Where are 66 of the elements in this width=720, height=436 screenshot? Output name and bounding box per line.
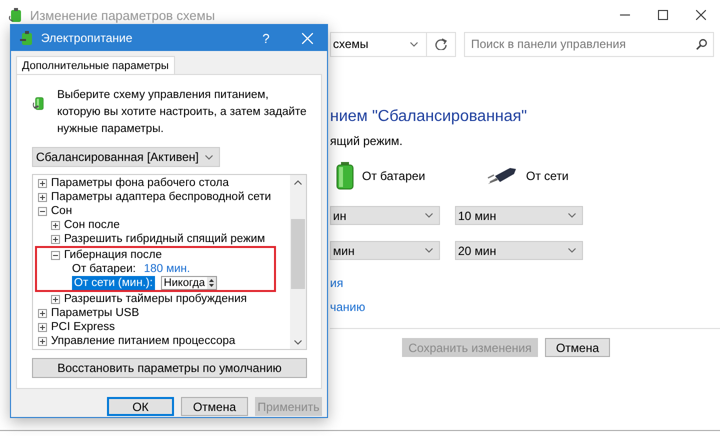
tree-item[interactable]: Параметры USB [51,306,140,320]
expand-icon[interactable] [51,294,60,304]
tree-item[interactable]: PCI Express [51,320,115,334]
setting-label[interactable]: От батареи: [72,262,136,276]
column-header: От сети [526,169,569,183]
tree-item[interactable]: Управление питанием процессора [51,334,236,348]
dialog-title: Электропитание [41,31,134,45]
expand-icon[interactable] [38,336,47,346]
time-dropdown[interactable]: 20 мин [455,241,583,260]
close-icon[interactable] [696,10,706,20]
tree-item[interactable]: Разрешить таймеры пробуждения [64,292,247,306]
restore-defaults-button[interactable]: Восстановить параметры по умолчанию [32,358,307,378]
tree-item[interactable]: Параметры адаптера беспроводной сети [51,190,272,204]
scroll-up-icon[interactable] [294,180,302,185]
time-dropdown[interactable]: мин [330,241,440,260]
tab[interactable]: Дополнительные параметры [16,56,175,75]
expand-icon[interactable] [38,308,47,318]
app-icon [8,7,24,23]
help-button[interactable]: ? [246,30,286,46]
setting-value[interactable]: 180 мин. [144,262,190,276]
search-icon [696,38,707,50]
tree-item[interactable]: Параметры фона рабочего стола [51,176,229,190]
chevron-down-icon [568,248,576,253]
chevron-down-icon [410,42,418,46]
tree-item[interactable]: Гибернация после [64,248,162,262]
tree-item[interactable]: Разрешить гибридный спящий режим [64,232,266,246]
settings-link[interactable]: чанию [330,300,720,314]
scrollbar[interactable] [290,175,306,349]
spin-arrows-icon [207,277,216,289]
collapse-icon[interactable] [38,206,47,216]
time-dropdown[interactable]: 10 мин [455,206,583,225]
chevron-down-icon [568,213,576,218]
scroll-down-icon[interactable] [294,340,302,345]
tree-item[interactable]: Сон [51,204,72,218]
plan-heading: нием "Сбалансированная" [330,108,528,126]
minutes-spinner[interactable]: Никогда [160,276,217,290]
battery-icon [336,162,354,190]
expand-icon[interactable] [38,322,47,332]
expand-icon[interactable] [51,220,60,230]
ok-button[interactable]: ОК [107,397,174,416]
plug-icon [486,166,518,186]
app-icon [19,30,35,46]
expand-icon[interactable] [38,178,47,188]
expand-icon[interactable] [38,192,47,202]
cancel-button[interactable]: Отмена [545,338,610,357]
chevron-down-icon [425,213,433,218]
address-dropdown[interactable]: схемы [330,32,427,56]
time-dropdown[interactable]: ин [330,206,440,225]
setting-label[interactable]: От сети (мин.): [72,276,155,290]
collapse-icon[interactable] [51,250,60,260]
column-header: От батареи [362,169,426,183]
cancel-button[interactable]: Отмена [181,397,248,416]
refresh-button[interactable] [427,32,456,56]
search-field[interactable]: Поиск в панели управления [464,32,714,56]
tree-item[interactable]: Сон после [64,218,120,232]
settings-link[interactable]: ия [330,276,720,290]
refresh-icon [435,38,447,50]
chevron-down-icon [425,248,433,253]
scrollbar-thumb[interactable] [291,219,305,289]
plan-dropdown[interactable]: Сбалансированная [Активен] [32,147,220,167]
maximize-icon[interactable] [658,10,668,20]
description-text: ящий режим. [330,134,404,148]
window-title: Изменение параметров схемы [30,8,216,22]
chevron-down-icon [205,154,213,160]
expand-icon[interactable] [51,234,60,244]
instruction-text: Выберите схему управления питанием, которую вы хотите настроить, а затем задайте нужные параметры. [57,88,307,137]
